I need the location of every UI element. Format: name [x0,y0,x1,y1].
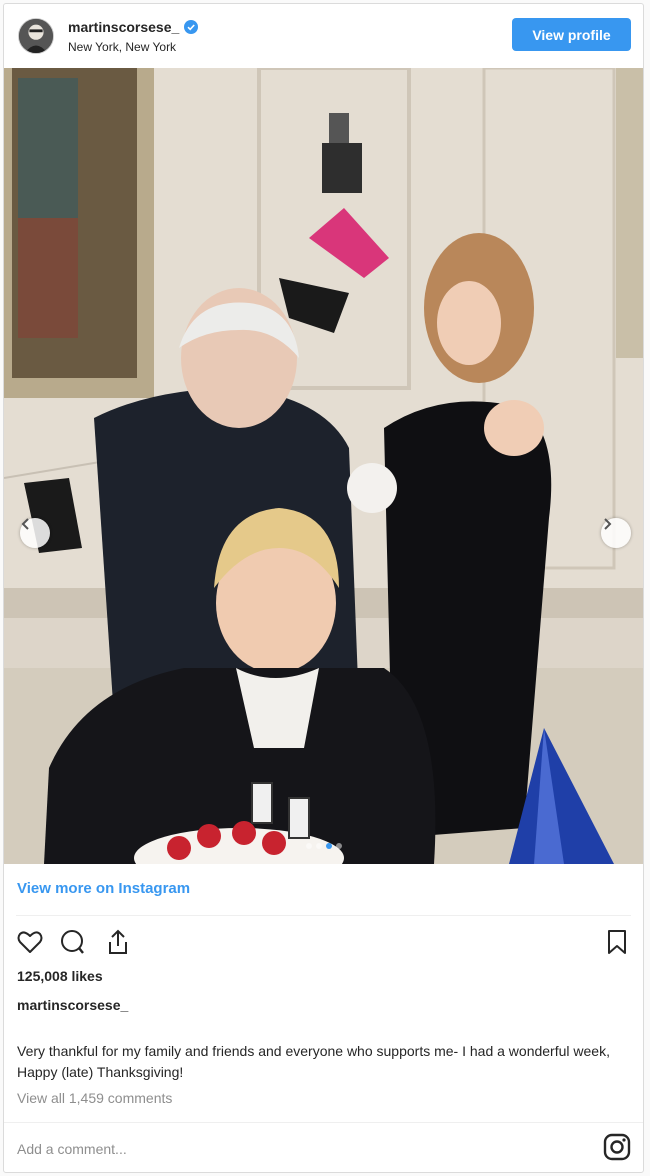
username-link[interactable]: martinscorsese_ [68,19,179,35]
carousel-dot [335,843,342,849]
share-icon[interactable] [104,928,132,956]
likes-count[interactable]: 125,008 likes [17,968,103,984]
divider [4,1122,643,1123]
comment-icon[interactable] [58,928,86,956]
photo-image [4,68,643,864]
view-all-comments-link[interactable]: View all 1,459 comments [17,1090,172,1106]
carousel-indicator [4,843,643,849]
action-bar [16,928,631,958]
caption-author[interactable]: martinscorsese_ [17,997,128,1013]
divider [16,915,631,916]
heart-icon[interactable] [16,928,44,956]
carousel-prev-button[interactable] [20,518,50,548]
caption-text: Very thankful for my family and friends … [17,1043,610,1080]
carousel-dot [315,843,322,849]
avatar[interactable] [18,18,54,54]
view-profile-button[interactable]: View profile [512,18,631,51]
chevron-left-icon [21,518,29,530]
add-comment-input[interactable]: Add a comment... [17,1141,127,1157]
post-header: martinscorsese_ New York, New York View … [4,4,643,68]
post-photo[interactable] [4,68,643,864]
carousel-dot [305,843,312,849]
chevron-right-icon [604,518,612,530]
instagram-embed-card: martinscorsese_ New York, New York View … [3,3,644,1173]
bookmark-icon[interactable] [603,928,631,956]
carousel-next-button[interactable] [601,518,631,548]
username-row: martinscorsese_ [68,19,199,35]
verified-badge-icon [184,20,199,34]
instagram-logo-icon[interactable] [602,1132,632,1162]
view-more-link[interactable]: View more on Instagram [17,880,190,897]
location-link[interactable]: New York, New York [68,40,176,54]
carousel-dot-active [325,843,332,849]
avatar-image [19,19,53,53]
